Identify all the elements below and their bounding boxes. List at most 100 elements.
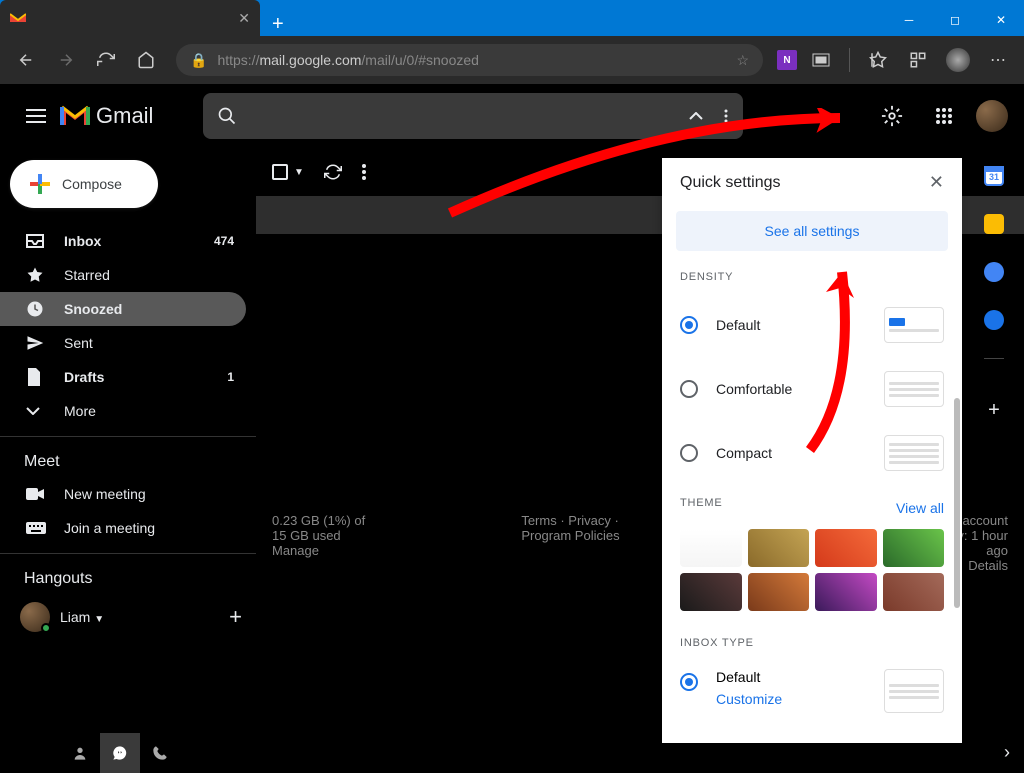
tab-close-icon[interactable]: ✕ (238, 10, 250, 27)
chat-tabs (60, 733, 180, 773)
scrollbar[interactable] (954, 398, 960, 608)
radio-icon (680, 673, 698, 691)
address-bar[interactable]: 🔒 https://mail.google.com/mail/u/0/#snoo… (176, 44, 763, 76)
more-button[interactable]: ⋯ (980, 42, 1016, 78)
file-icon (26, 368, 46, 386)
theme-thumbnail[interactable] (815, 573, 877, 611)
side-panel-toggle[interactable]: › (1004, 742, 1010, 763)
density-compact-option[interactable]: Compact (680, 421, 944, 485)
keep-icon[interactable] (984, 214, 1004, 234)
url-text: https://mail.google.com/mail/u/0/#snooze… (217, 52, 736, 68)
theme-thumbnail[interactable] (680, 529, 742, 567)
extension-icon[interactable] (805, 44, 837, 76)
theme-thumbnail[interactable] (680, 573, 742, 611)
density-label: DENSITY (680, 271, 944, 283)
sidebar-item-snoozed[interactable]: Snoozed (0, 292, 246, 326)
search-icon (217, 106, 237, 126)
user-avatar (20, 602, 50, 632)
side-panel: 31 + (972, 166, 1016, 422)
hangouts-username: Liam ▼ (60, 609, 229, 625)
compose-label: Compose (62, 176, 122, 192)
browser-tab[interactable]: ✕ (0, 0, 260, 36)
forward-button[interactable] (48, 42, 84, 78)
calendar-icon[interactable]: 31 (984, 166, 1004, 186)
lock-icon: 🔒 (190, 52, 207, 69)
compose-button[interactable]: Compose (10, 160, 158, 208)
gmail-logo-text: Gmail (96, 103, 153, 129)
sidebar-item-inbox[interactable]: Inbox 474 (0, 224, 246, 258)
favorites-button[interactable] (860, 42, 896, 78)
minimize-button[interactable]: ─ (886, 4, 932, 36)
see-all-settings-button[interactable]: See all settings (676, 211, 948, 251)
theme-label: THEME (680, 497, 723, 509)
select-all-checkbox[interactable]: ▼ (272, 164, 304, 180)
onenote-extension-icon[interactable]: N (777, 50, 797, 70)
tasks-icon[interactable] (984, 262, 1004, 282)
theme-thumbnail[interactable] (883, 529, 945, 567)
browser-toolbar: 🔒 https://mail.google.com/mail/u/0/#snoo… (0, 36, 1024, 84)
video-icon (26, 488, 46, 500)
window-controls: ─ ◻ ✕ (886, 4, 1024, 36)
inbox-type-label: INBOX TYPE (680, 637, 944, 649)
gmail-header: Gmail (0, 84, 1024, 148)
add-hangout-button[interactable]: + (229, 604, 242, 630)
refresh-button[interactable] (88, 42, 124, 78)
close-button[interactable]: ✕ (978, 4, 1024, 36)
inbox-type-default[interactable]: Default Customize (680, 659, 944, 723)
radio-icon (680, 380, 698, 398)
contacts-icon[interactable] (984, 310, 1004, 330)
back-button[interactable] (8, 42, 44, 78)
customize-link[interactable]: Customize (716, 691, 782, 707)
close-settings-button[interactable]: ✕ (929, 172, 944, 193)
terms-link[interactable]: Terms (521, 513, 556, 528)
quick-settings-title: Quick settings (680, 174, 780, 192)
chevron-down-icon (26, 407, 46, 415)
density-comfortable-option[interactable]: Comfortable (680, 357, 944, 421)
theme-thumbnail[interactable] (883, 573, 945, 611)
view-all-themes-link[interactable]: View all (896, 500, 944, 516)
quick-settings-panel: Quick settings ✕ See all settings DENSIT… (662, 158, 962, 743)
manage-storage-link[interactable]: Manage (272, 543, 509, 558)
collections-button[interactable] (900, 42, 936, 78)
inbox-preview (884, 669, 944, 713)
sidebar-item-more[interactable]: More (0, 394, 246, 428)
contacts-tab[interactable] (60, 733, 100, 773)
refresh-mail-button[interactable] (324, 163, 342, 181)
settings-button[interactable] (872, 96, 912, 136)
plus-icon (30, 174, 50, 194)
phone-tab[interactable] (140, 733, 180, 773)
theme-thumbnail[interactable] (748, 529, 810, 567)
new-meeting-button[interactable]: New meeting (0, 477, 256, 511)
theme-thumbnail[interactable] (748, 573, 810, 611)
sidebar-item-starred[interactable]: Starred (0, 258, 246, 292)
search-collapse-icon[interactable] (689, 112, 703, 120)
density-preview (884, 435, 944, 471)
sidebar-item-drafts[interactable]: Drafts 1 (0, 360, 246, 394)
account-avatar[interactable] (976, 100, 1008, 132)
favorite-icon[interactable]: ☆ (736, 52, 749, 69)
star-icon (26, 266, 46, 284)
search-options-icon[interactable] (723, 109, 729, 123)
theme-thumbnail[interactable] (815, 529, 877, 567)
profile-button[interactable] (940, 42, 976, 78)
privacy-link[interactable]: Privacy (568, 513, 611, 528)
gmail-logo[interactable]: Gmail (60, 103, 153, 129)
hangouts-tab[interactable] (100, 733, 140, 773)
main-menu-button[interactable] (16, 96, 56, 136)
presence-indicator (41, 623, 51, 633)
search-bar[interactable] (203, 93, 743, 139)
apps-button[interactable] (924, 96, 964, 136)
window-titlebar: ✕ + ─ ◻ ✕ (0, 0, 1024, 36)
hangouts-heading: Hangouts (0, 564, 256, 594)
sidebar-item-sent[interactable]: Sent (0, 326, 246, 360)
more-mail-button[interactable] (362, 164, 366, 180)
density-default-option[interactable]: Default (680, 293, 944, 357)
add-addon-button[interactable]: + (988, 399, 1000, 422)
join-meeting-button[interactable]: Join a meeting (0, 511, 256, 545)
hangouts-user-row[interactable]: Liam ▼ + (0, 594, 256, 640)
keyboard-icon (26, 522, 46, 534)
clock-icon (26, 300, 46, 318)
home-button[interactable] (128, 42, 164, 78)
new-tab-button[interactable]: + (260, 13, 296, 36)
maximize-button[interactable]: ◻ (932, 4, 978, 36)
